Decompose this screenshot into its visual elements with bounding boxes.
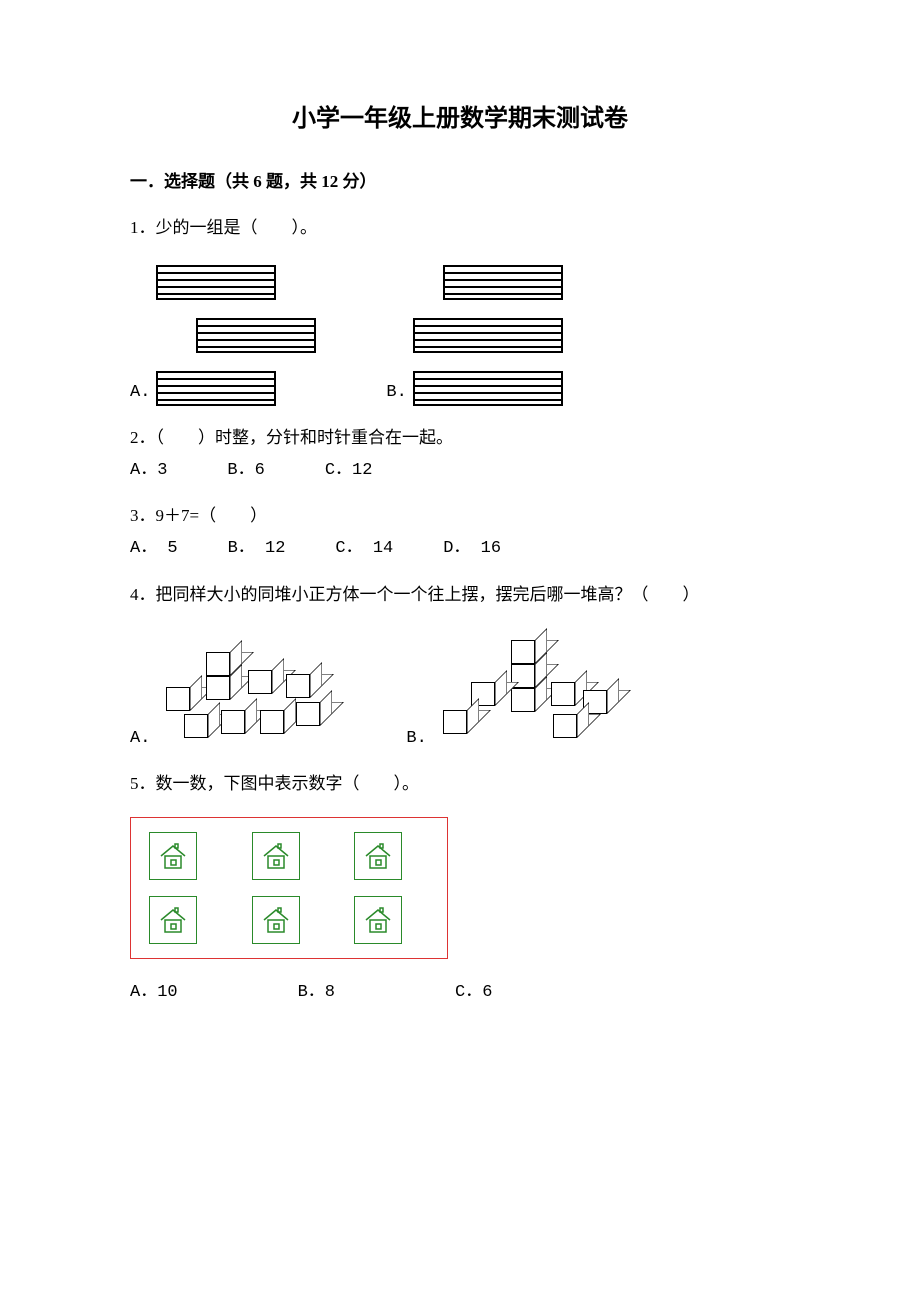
q1-b-figure — [413, 265, 563, 406]
question-5-text: 5．数一数，下图中表示数字（ ）。 — [130, 770, 790, 797]
q4-optA-label: A. — [130, 725, 150, 752]
page-title: 小学一年级上册数学期末测试卷 — [130, 100, 790, 138]
question-4: 4．把同样大小的同堆小正方体一个一个往上摆，摆完后哪一堆高？（ ） A. B. — [130, 581, 790, 752]
q4-b-figure — [433, 632, 623, 752]
q2-opt-a: A．3 — [130, 457, 167, 484]
question-2: 2．（ ）时整，分针和时针重合在一起。 A．3 B．6 C．12 — [130, 424, 790, 484]
striped-rect-icon — [156, 371, 276, 406]
q1-a-figure — [156, 265, 316, 406]
q3-opt-d: D． 16 — [443, 535, 501, 562]
house-icon — [252, 896, 300, 944]
q1-option-b: B. — [386, 265, 562, 406]
q1-option-a: A. — [130, 265, 316, 406]
striped-rect-icon — [196, 318, 316, 353]
striped-rect-icon — [413, 318, 563, 353]
q5-figure — [130, 817, 448, 959]
striped-rect-icon — [443, 265, 563, 300]
question-5: 5．数一数，下图中表示数字（ ）。 A．10 B．8 C — [130, 770, 790, 1006]
striped-rect-icon — [156, 265, 276, 300]
q3-opt-a: A． 5 — [130, 535, 178, 562]
q1-optA-label: A. — [130, 379, 150, 406]
q1-optB-label: B. — [386, 379, 406, 406]
house-icon — [149, 832, 197, 880]
q4-option-b: B. — [406, 632, 622, 752]
q3-opt-b: B． 12 — [228, 535, 286, 562]
q5-opt-b: B．8 — [298, 979, 335, 1006]
question-1: 1．少的一组是（ ）。 A. B. — [130, 214, 790, 406]
q5-options: A．10 B．8 C．6 — [130, 979, 790, 1006]
striped-rect-icon — [413, 371, 563, 406]
house-icon — [354, 832, 402, 880]
q5-opt-c: C．6 — [455, 979, 492, 1006]
q3-options: A． 5 B． 12 C． 14 D． 16 — [130, 535, 790, 562]
q2-options: A．3 B．6 C．12 — [130, 457, 790, 484]
question-1-text: 1．少的一组是（ ）。 — [130, 214, 790, 241]
question-3-text: 3．9＋7=（ ） — [130, 502, 790, 529]
house-icon — [354, 896, 402, 944]
question-3: 3．9＋7=（ ） A． 5 B． 12 C． 14 D． 16 — [130, 502, 790, 562]
house-icon — [252, 832, 300, 880]
q3-opt-c: C． 14 — [335, 535, 393, 562]
q2-opt-c: C．12 — [325, 457, 373, 484]
section-header: 一．选择题（共 6 题，共 12 分） — [130, 168, 790, 195]
q1-options: A. B. — [130, 265, 790, 406]
house-icon — [149, 896, 197, 944]
question-2-text: 2．（ ）时整，分针和时针重合在一起。 — [130, 424, 790, 451]
question-4-text: 4．把同样大小的同堆小正方体一个一个往上摆，摆完后哪一堆高？（ ） — [130, 581, 790, 608]
exam-page: 小学一年级上册数学期末测试卷 一．选择题（共 6 题，共 12 分） 1．少的一… — [0, 0, 920, 1302]
q4-option-a: A. — [130, 632, 346, 752]
q4-options: A. B. — [130, 632, 790, 752]
q4-optB-label: B. — [406, 725, 426, 752]
q2-opt-b: B．6 — [227, 457, 264, 484]
q5-opt-a: A．10 — [130, 979, 178, 1006]
q4-a-figure — [156, 632, 346, 752]
